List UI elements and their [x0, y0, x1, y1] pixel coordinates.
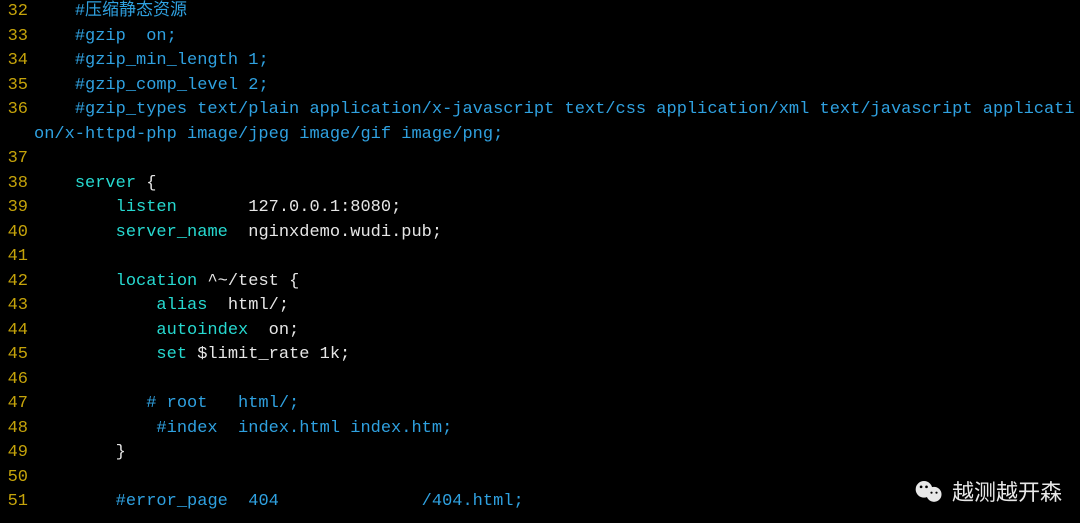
code-token: server_name	[116, 223, 228, 242]
code-token: html/;	[207, 296, 289, 315]
line-number: 41	[0, 245, 34, 270]
code-token: #index index.html index.htm;	[156, 419, 452, 438]
line-number: 33	[0, 25, 34, 50]
code-token: nginxdemo.wudi.pub;	[228, 223, 442, 242]
code-token: autoindex	[156, 321, 248, 340]
code-line[interactable]: 36 #gzip_types text/plain application/x-…	[0, 98, 1080, 147]
code-content[interactable]: #gzip_types text/plain application/x-jav…	[34, 98, 1080, 147]
line-number: 44	[0, 319, 34, 344]
code-line[interactable]: 45 set $limit_rate 1k;	[0, 343, 1080, 368]
code-line[interactable]: 34 #gzip_min_length 1;	[0, 49, 1080, 74]
code-token: on;	[248, 321, 299, 340]
code-line[interactable]: 33 #gzip on;	[0, 25, 1080, 50]
code-token: ^~/test {	[197, 272, 299, 291]
wechat-icon	[914, 476, 944, 512]
code-content[interactable]: #gzip on;	[34, 25, 1080, 50]
code-token: server	[75, 174, 136, 193]
line-number: 46	[0, 368, 34, 393]
code-line[interactable]: 48 #index index.html index.htm;	[0, 417, 1080, 442]
code-content[interactable]: listen 127.0.0.1:8080;	[34, 196, 1080, 221]
code-token: #gzip_comp_level 2;	[75, 76, 269, 95]
code-line[interactable]: 40 server_name nginxdemo.wudi.pub;	[0, 221, 1080, 246]
code-content[interactable]: #gzip_comp_level 2;	[34, 74, 1080, 99]
line-number: 47	[0, 392, 34, 417]
code-content[interactable]: autoindex on;	[34, 319, 1080, 344]
watermark: 越测越开森	[914, 476, 1062, 512]
line-number: 45	[0, 343, 34, 368]
code-token: listen	[116, 198, 177, 217]
line-number: 49	[0, 441, 34, 466]
code-line[interactable]: 43 alias html/;	[0, 294, 1080, 319]
line-number: 43	[0, 294, 34, 319]
line-number: 48	[0, 417, 34, 442]
code-content[interactable]: set $limit_rate 1k;	[34, 343, 1080, 368]
code-token: 127.0.0.1:8080;	[177, 198, 401, 217]
watermark-text: 越测越开森	[952, 481, 1062, 506]
code-content[interactable]: #压缩静态资源	[34, 0, 1080, 25]
line-number: 34	[0, 49, 34, 74]
line-number: 40	[0, 221, 34, 246]
line-number: 35	[0, 74, 34, 99]
code-token: }	[116, 443, 126, 462]
code-line[interactable]: 49 }	[0, 441, 1080, 466]
code-content[interactable]: }	[34, 441, 1080, 466]
line-number: 36	[0, 98, 34, 123]
code-token: {	[136, 174, 156, 193]
code-token: set	[156, 345, 187, 364]
line-number: 39	[0, 196, 34, 221]
code-token: #gzip_types text/plain application/x-jav…	[34, 100, 1075, 144]
code-token: #error_page 404 /404.html;	[116, 492, 524, 511]
line-number: 37	[0, 147, 34, 172]
code-line[interactable]: 41	[0, 245, 1080, 270]
code-content[interactable]: location ^~/test {	[34, 270, 1080, 295]
line-number: 38	[0, 172, 34, 197]
code-content[interactable]: #index index.html index.htm;	[34, 417, 1080, 442]
code-line[interactable]: 44 autoindex on;	[0, 319, 1080, 344]
code-line[interactable]: 38 server {	[0, 172, 1080, 197]
code-token: # root html/;	[146, 394, 299, 413]
code-content[interactable]: alias html/;	[34, 294, 1080, 319]
code-line[interactable]: 46	[0, 368, 1080, 393]
code-token: alias	[156, 296, 207, 315]
code-line[interactable]: 37	[0, 147, 1080, 172]
code-line[interactable]: 35 #gzip_comp_level 2;	[0, 74, 1080, 99]
code-content[interactable]: server_name nginxdemo.wudi.pub;	[34, 221, 1080, 246]
code-token: #压缩静态资源	[75, 2, 187, 21]
line-number: 42	[0, 270, 34, 295]
line-number: 51	[0, 490, 34, 515]
code-line[interactable]: 42 location ^~/test {	[0, 270, 1080, 295]
code-token: location	[116, 272, 198, 291]
code-line[interactable]: 32 #压缩静态资源	[0, 0, 1080, 25]
code-content[interactable]: # root html/;	[34, 392, 1080, 417]
code-line[interactable]: 39 listen 127.0.0.1:8080;	[0, 196, 1080, 221]
code-token: $limit_rate 1k;	[187, 345, 350, 364]
code-token: #gzip on;	[75, 27, 177, 46]
code-token: #gzip_min_length 1;	[75, 51, 269, 70]
code-editor[interactable]: 32 #压缩静态资源33 #gzip on;34 #gzip_min_lengt…	[0, 0, 1080, 515]
code-content[interactable]: #gzip_min_length 1;	[34, 49, 1080, 74]
code-line[interactable]: 47 # root html/;	[0, 392, 1080, 417]
code-content[interactable]: server {	[34, 172, 1080, 197]
line-number: 50	[0, 466, 34, 491]
line-number: 32	[0, 0, 34, 25]
